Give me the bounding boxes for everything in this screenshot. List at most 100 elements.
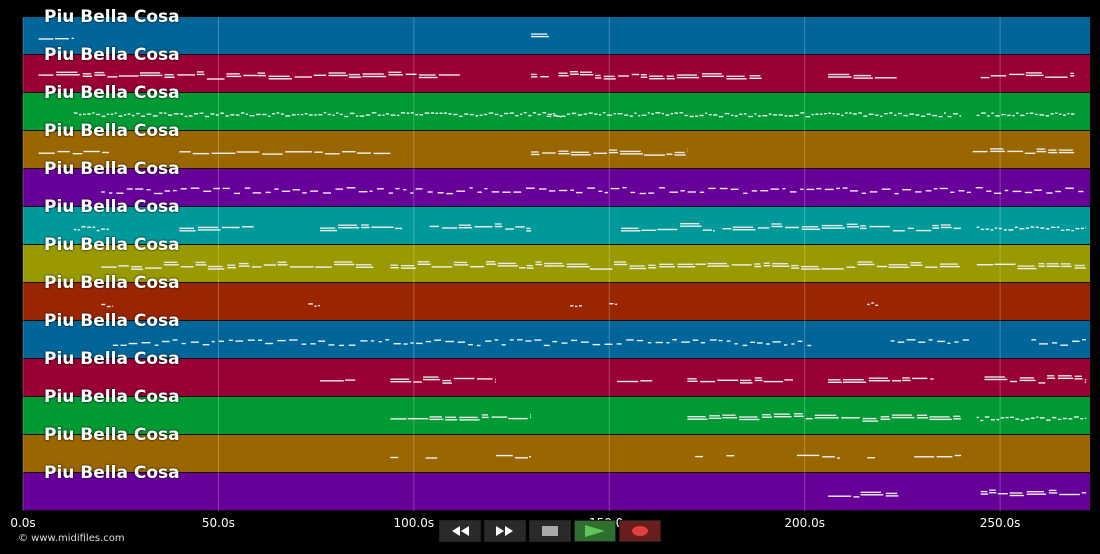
note (659, 263, 674, 265)
note (613, 261, 626, 263)
note (547, 113, 552, 116)
note (713, 114, 718, 116)
note (966, 191, 971, 194)
note (730, 188, 739, 190)
note (570, 189, 574, 191)
note (771, 223, 782, 225)
note (268, 78, 292, 80)
note (434, 339, 442, 341)
note (925, 266, 938, 268)
note (836, 187, 840, 190)
note (202, 344, 210, 346)
note (853, 74, 871, 77)
note (1070, 75, 1075, 77)
note (1014, 226, 1018, 228)
note (990, 419, 995, 421)
note (953, 113, 958, 115)
note (477, 191, 482, 193)
note (638, 115, 641, 117)
note (280, 113, 284, 115)
note (494, 378, 496, 381)
note (850, 190, 859, 192)
note (990, 150, 1005, 153)
note (505, 228, 514, 230)
note (794, 114, 799, 117)
note (857, 263, 875, 266)
note (1020, 419, 1024, 421)
note (289, 339, 298, 341)
note (1050, 113, 1054, 115)
note (57, 150, 70, 153)
note (1019, 228, 1025, 230)
note (814, 414, 837, 416)
track-title: Piu Bella Cosa (44, 425, 180, 445)
note (770, 188, 779, 190)
note (448, 113, 452, 115)
note (1057, 418, 1062, 421)
note (323, 112, 327, 114)
note (940, 224, 951, 226)
note (702, 73, 722, 75)
note (425, 457, 438, 459)
note (162, 340, 170, 343)
note (699, 114, 704, 117)
note (599, 114, 602, 116)
note (984, 376, 1006, 378)
note (909, 113, 914, 115)
note (726, 75, 745, 77)
note (164, 76, 175, 78)
note (1078, 190, 1084, 193)
rewind-button[interactable] (439, 520, 481, 542)
note (407, 418, 429, 420)
note (621, 230, 641, 232)
note (890, 340, 895, 342)
note (772, 114, 777, 116)
note (431, 266, 453, 268)
note (841, 417, 860, 419)
note (361, 224, 369, 226)
note (1056, 226, 1060, 228)
note (1048, 151, 1058, 154)
note (1024, 191, 1033, 194)
note (494, 225, 503, 228)
note (800, 188, 804, 190)
note (292, 189, 301, 191)
note (580, 71, 592, 73)
note (146, 189, 151, 191)
note (1072, 340, 1080, 342)
track-lane (23, 207, 1090, 244)
note (1045, 228, 1050, 230)
note (308, 303, 313, 305)
note (495, 454, 513, 457)
note (740, 382, 753, 384)
note (135, 188, 144, 190)
note (438, 74, 460, 76)
note (1034, 189, 1042, 191)
note (163, 261, 178, 263)
note (1048, 492, 1058, 494)
note (604, 343, 613, 345)
note (184, 115, 188, 118)
record-button[interactable] (619, 520, 661, 542)
note (876, 265, 888, 268)
note (762, 414, 771, 416)
note (1071, 229, 1074, 232)
note (647, 112, 650, 114)
note (345, 379, 356, 381)
note (985, 228, 990, 230)
note (523, 112, 527, 114)
play-button[interactable] (574, 520, 616, 542)
stop-button[interactable] (529, 520, 571, 542)
note (72, 153, 83, 155)
note (570, 305, 574, 307)
note (71, 37, 74, 39)
note (355, 266, 374, 268)
note (313, 74, 327, 76)
note (910, 264, 923, 266)
fast-forward-button[interactable] (484, 520, 526, 542)
note (1025, 227, 1030, 229)
note (481, 416, 489, 419)
note (860, 494, 884, 496)
note (762, 115, 768, 117)
note (1045, 76, 1068, 78)
